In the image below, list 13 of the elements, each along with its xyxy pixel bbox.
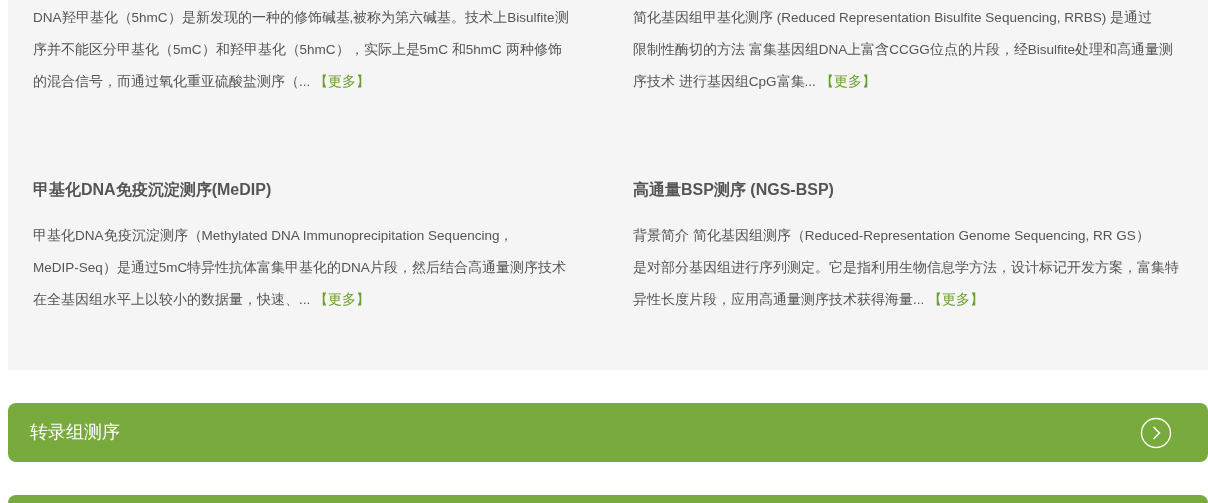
more-link[interactable]: 【更多】 — [314, 74, 371, 89]
card-title: 高通量BSP测序 (NGS-BSP) — [633, 180, 834, 200]
chevron-circle-icon — [1140, 416, 1172, 449]
section-title: 转录组测序 — [30, 421, 120, 444]
section-header[interactable]: 转录组测序 — [8, 403, 1208, 462]
more-link[interactable]: 【更多】 — [928, 292, 985, 307]
more-link[interactable]: 【更多】 — [819, 74, 876, 89]
more-link[interactable]: 【更多】 — [314, 292, 371, 307]
card-description: 甲基化DNA免疫沉淀测序（Methylated DNA Immunoprecipitation Sequencing， MeDIP-Seq）是通过5mC特异性抗体富集甲基化的DNA片段，然后结合高通量测序技术 在全基因组水平上以较小的数据量，快速、... 【更多】 — [33, 227, 566, 309]
card-description: DNA羟甲基化（5hmC）是新发现的一种的修饰碱基,被称为第六碱基。技术上Bisulfite测 序并不能区分甲基化（5mC）和羟甲基化（5hmC），实际上是5mC 和5hmC 两种修饰 的混合信号，而通过氧化重亚硫酸盐测序（... 【更多】 — [33, 9, 569, 91]
card-description: 背景简介 简化基因组测序（Reduced-Representation Genome Sequencing, RR GS） 是对部分基因组进行序列测定。它是指利用生物信息学方法，设计标记开发方案，富集特 异性长度片段，应用高通量测序技术获得海量... 【更多】 — [633, 227, 1179, 309]
card-title: 甲基化DNA免疫沉淀测序(MeDIP) — [33, 180, 272, 200]
card-description: 简化基因组甲基化测序 (Reduced Representation Bisulfite Sequencing, RRBS) 是通过 限制性酶切的方法 富集基因组DNA上富含CCGG位点的片段，经Bisulfite处理和高通量测 序技术 进行基因组CpG富集... 【更多】 — [633, 9, 1174, 91]
